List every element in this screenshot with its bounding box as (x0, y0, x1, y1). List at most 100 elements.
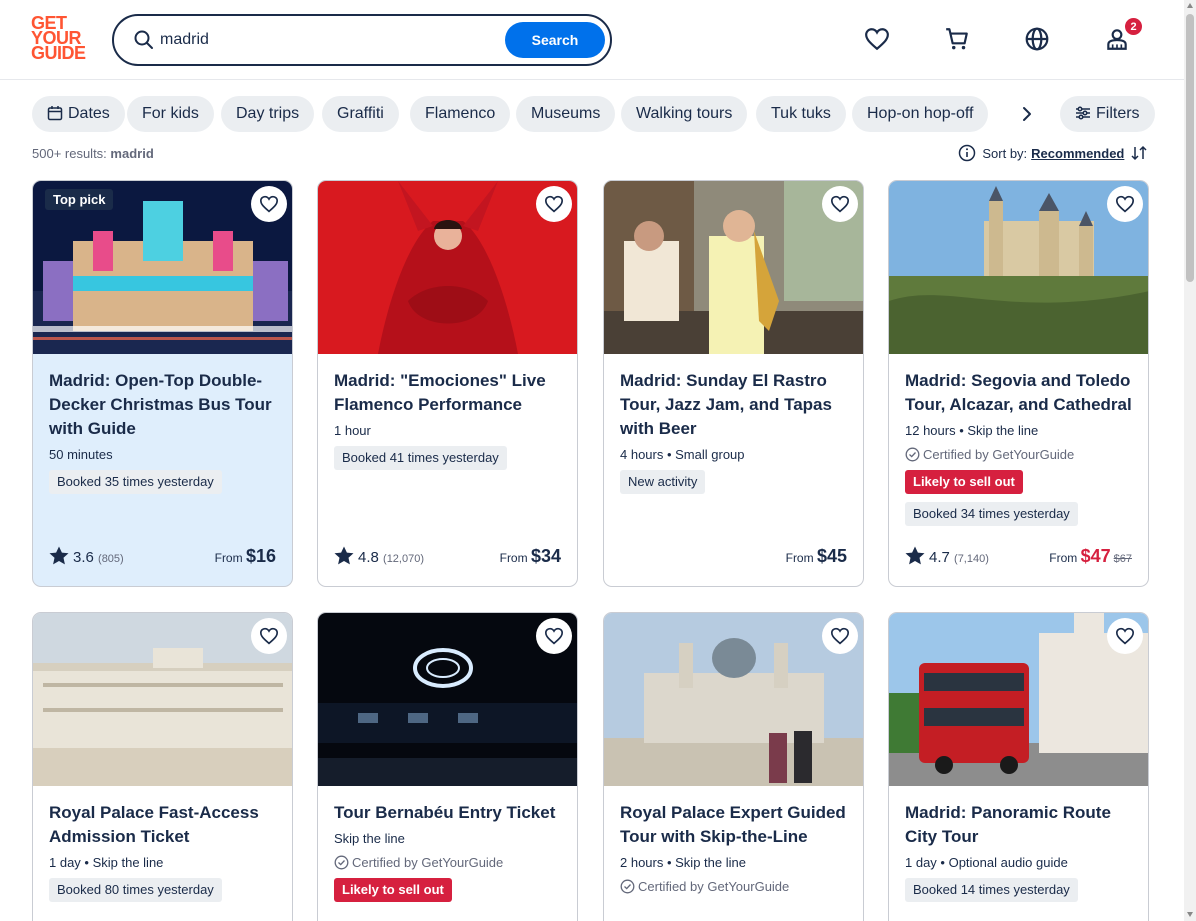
page-scrollbar[interactable] (1184, 0, 1196, 921)
heart-icon (1115, 195, 1135, 213)
certified-check-icon (334, 855, 349, 870)
activity-image[interactable] (33, 613, 292, 786)
chip-label: Dates (68, 105, 110, 122)
scroll-down-arrow-icon[interactable] (1187, 912, 1193, 917)
chevron-right-icon[interactable] (1014, 101, 1040, 127)
chip-for-kids[interactable]: For kids (127, 96, 214, 132)
star-icon (905, 546, 925, 565)
activity-image[interactable] (604, 613, 863, 786)
scroll-up-arrow-icon[interactable] (1187, 3, 1193, 8)
chip-museums[interactable]: Museums (516, 96, 616, 132)
activity-duration: 1 hour (334, 423, 371, 438)
sort-arrows-icon[interactable] (1130, 144, 1148, 162)
activity-duration: 50 minutes (49, 447, 113, 462)
new-activity-badge: New activity (620, 470, 706, 494)
activity-title[interactable]: Royal Palace Expert Guided Tour with Ski… (620, 801, 847, 849)
price: From $47 $67 (1049, 546, 1132, 566)
search-button[interactable]: Search (505, 22, 605, 58)
top-pick-badge: Top pick (45, 189, 114, 210)
wishlist-button[interactable] (1107, 618, 1143, 654)
likely-to-sell-out-badge: Likely to sell out (334, 878, 452, 902)
activity-title[interactable]: Madrid: Segovia and Toledo Tour, Alcazar… (905, 369, 1132, 417)
original-price: $67 (1113, 553, 1132, 565)
activity-image[interactable] (604, 181, 863, 354)
rating: 4.8 (12,070) (334, 546, 424, 566)
search-box: Search (112, 14, 612, 66)
price: From $16 (214, 546, 276, 566)
likely-to-sell-out-badge: Likely to sell out (905, 470, 1023, 494)
activity-card[interactable]: Madrid: "Emociones" Live Flamenco Perfor… (317, 180, 578, 587)
activity-card[interactable]: Madrid: Panoramic Route City Tour 1 day … (888, 612, 1149, 921)
site-header: GET YOUR GUIDE Search 2 (0, 0, 1184, 80)
heart-icon[interactable] (864, 26, 890, 52)
activity-duration: 4 hours • Small group (620, 447, 745, 462)
activity-title[interactable]: Madrid: Panoramic Route City Tour (905, 801, 1132, 849)
wishlist-button[interactable] (822, 186, 858, 222)
getyourguide-logo[interactable]: GET YOUR GUIDE (31, 14, 91, 64)
booked-badge: Booked 14 times yesterday (905, 878, 1078, 902)
chip-tuk-tuks[interactable]: Tuk tuks (756, 96, 846, 132)
activity-title[interactable]: Madrid: Open-Top Double-Decker Christmas… (49, 369, 276, 441)
booked-badge: Booked 34 times yesterday (905, 502, 1078, 526)
info-icon[interactable] (958, 144, 976, 162)
star-icon (334, 546, 354, 565)
activity-card[interactable]: Royal Palace Fast-Access Admission Ticke… (32, 612, 293, 921)
wishlist-button[interactable] (251, 186, 287, 222)
globe-icon[interactable] (1024, 26, 1050, 52)
booked-badge: Booked 80 times yesterday (49, 878, 222, 902)
activity-card[interactable]: Madrid: Sunday El Rastro Tour, Jazz Jam,… (603, 180, 864, 587)
heart-icon (544, 627, 564, 645)
heart-icon (830, 195, 850, 213)
activity-title[interactable]: Madrid: "Emociones" Live Flamenco Perfor… (334, 369, 561, 417)
results-count: 500+ results: madrid (32, 146, 154, 161)
notification-badge: 2 (1124, 17, 1143, 36)
wishlist-button[interactable] (251, 618, 287, 654)
chip-walking-tours[interactable]: Walking tours (621, 96, 748, 132)
activity-duration: 1 day • Optional audio guide (905, 855, 1068, 870)
heart-icon (259, 627, 279, 645)
booked-badge: Booked 41 times yesterday (334, 446, 507, 470)
filters-button[interactable]: Filters (1060, 96, 1155, 132)
chip-flamenco[interactable]: Flamenco (410, 96, 511, 132)
chip-graffiti[interactable]: Graffiti (322, 96, 399, 132)
activity-image[interactable]: Top pick (33, 181, 292, 354)
star-icon (49, 546, 69, 565)
certified-check-icon (905, 447, 920, 462)
heart-icon (259, 195, 279, 213)
search-input[interactable] (160, 26, 500, 54)
activity-title[interactable]: Madrid: Sunday El Rastro Tour, Jazz Jam,… (620, 369, 847, 441)
chip-dates[interactable]: Dates (32, 96, 125, 132)
scroll-thumb[interactable] (1186, 14, 1194, 282)
activity-duration: 1 day • Skip the line (49, 855, 164, 870)
heart-icon (1115, 627, 1135, 645)
price: From $45 (785, 546, 847, 566)
wishlist-button[interactable] (1107, 186, 1143, 222)
activity-title[interactable]: Tour Bernabéu Entry Ticket (334, 801, 561, 825)
activity-image[interactable] (889, 181, 1148, 354)
rating: 3.6 (805) (49, 546, 124, 566)
activity-card[interactable]: Top pick Madrid: Open-Top Double-Decker … (32, 180, 293, 587)
certified-badge: Certified by GetYourGuide (905, 446, 1132, 464)
price: From $34 (499, 546, 561, 566)
activity-image[interactable] (318, 613, 577, 786)
activity-card[interactable]: Tour Bernabéu Entry Ticket Skip the line… (317, 612, 578, 921)
search-icon (134, 30, 153, 49)
activity-card[interactable]: Madrid: Segovia and Toledo Tour, Alcazar… (888, 180, 1149, 587)
activity-image[interactable] (318, 181, 577, 354)
chip-hop-on-hop-off[interactable]: Hop-on hop-off (852, 96, 989, 132)
wishlist-button[interactable] (822, 618, 858, 654)
activity-duration: Skip the line (334, 831, 405, 846)
sort-label: Sort by: (982, 146, 1028, 161)
rating: 4.7 (7,140) (905, 546, 989, 566)
sort-control[interactable]: Sort by: Recommended (958, 144, 1148, 162)
chip-day-trips[interactable]: Day trips (221, 96, 315, 132)
activity-image[interactable] (889, 613, 1148, 786)
certified-badge: Certified by GetYourGuide (620, 878, 847, 896)
cart-icon[interactable] (944, 26, 970, 52)
sort-value[interactable]: Recommended (1031, 146, 1124, 161)
activity-card[interactable]: Royal Palace Expert Guided Tour with Ski… (603, 612, 864, 921)
activity-duration: 12 hours • Skip the line (905, 423, 1039, 438)
wishlist-button[interactable] (536, 186, 572, 222)
wishlist-button[interactable] (536, 618, 572, 654)
activity-title[interactable]: Royal Palace Fast-Access Admission Ticke… (49, 801, 276, 849)
